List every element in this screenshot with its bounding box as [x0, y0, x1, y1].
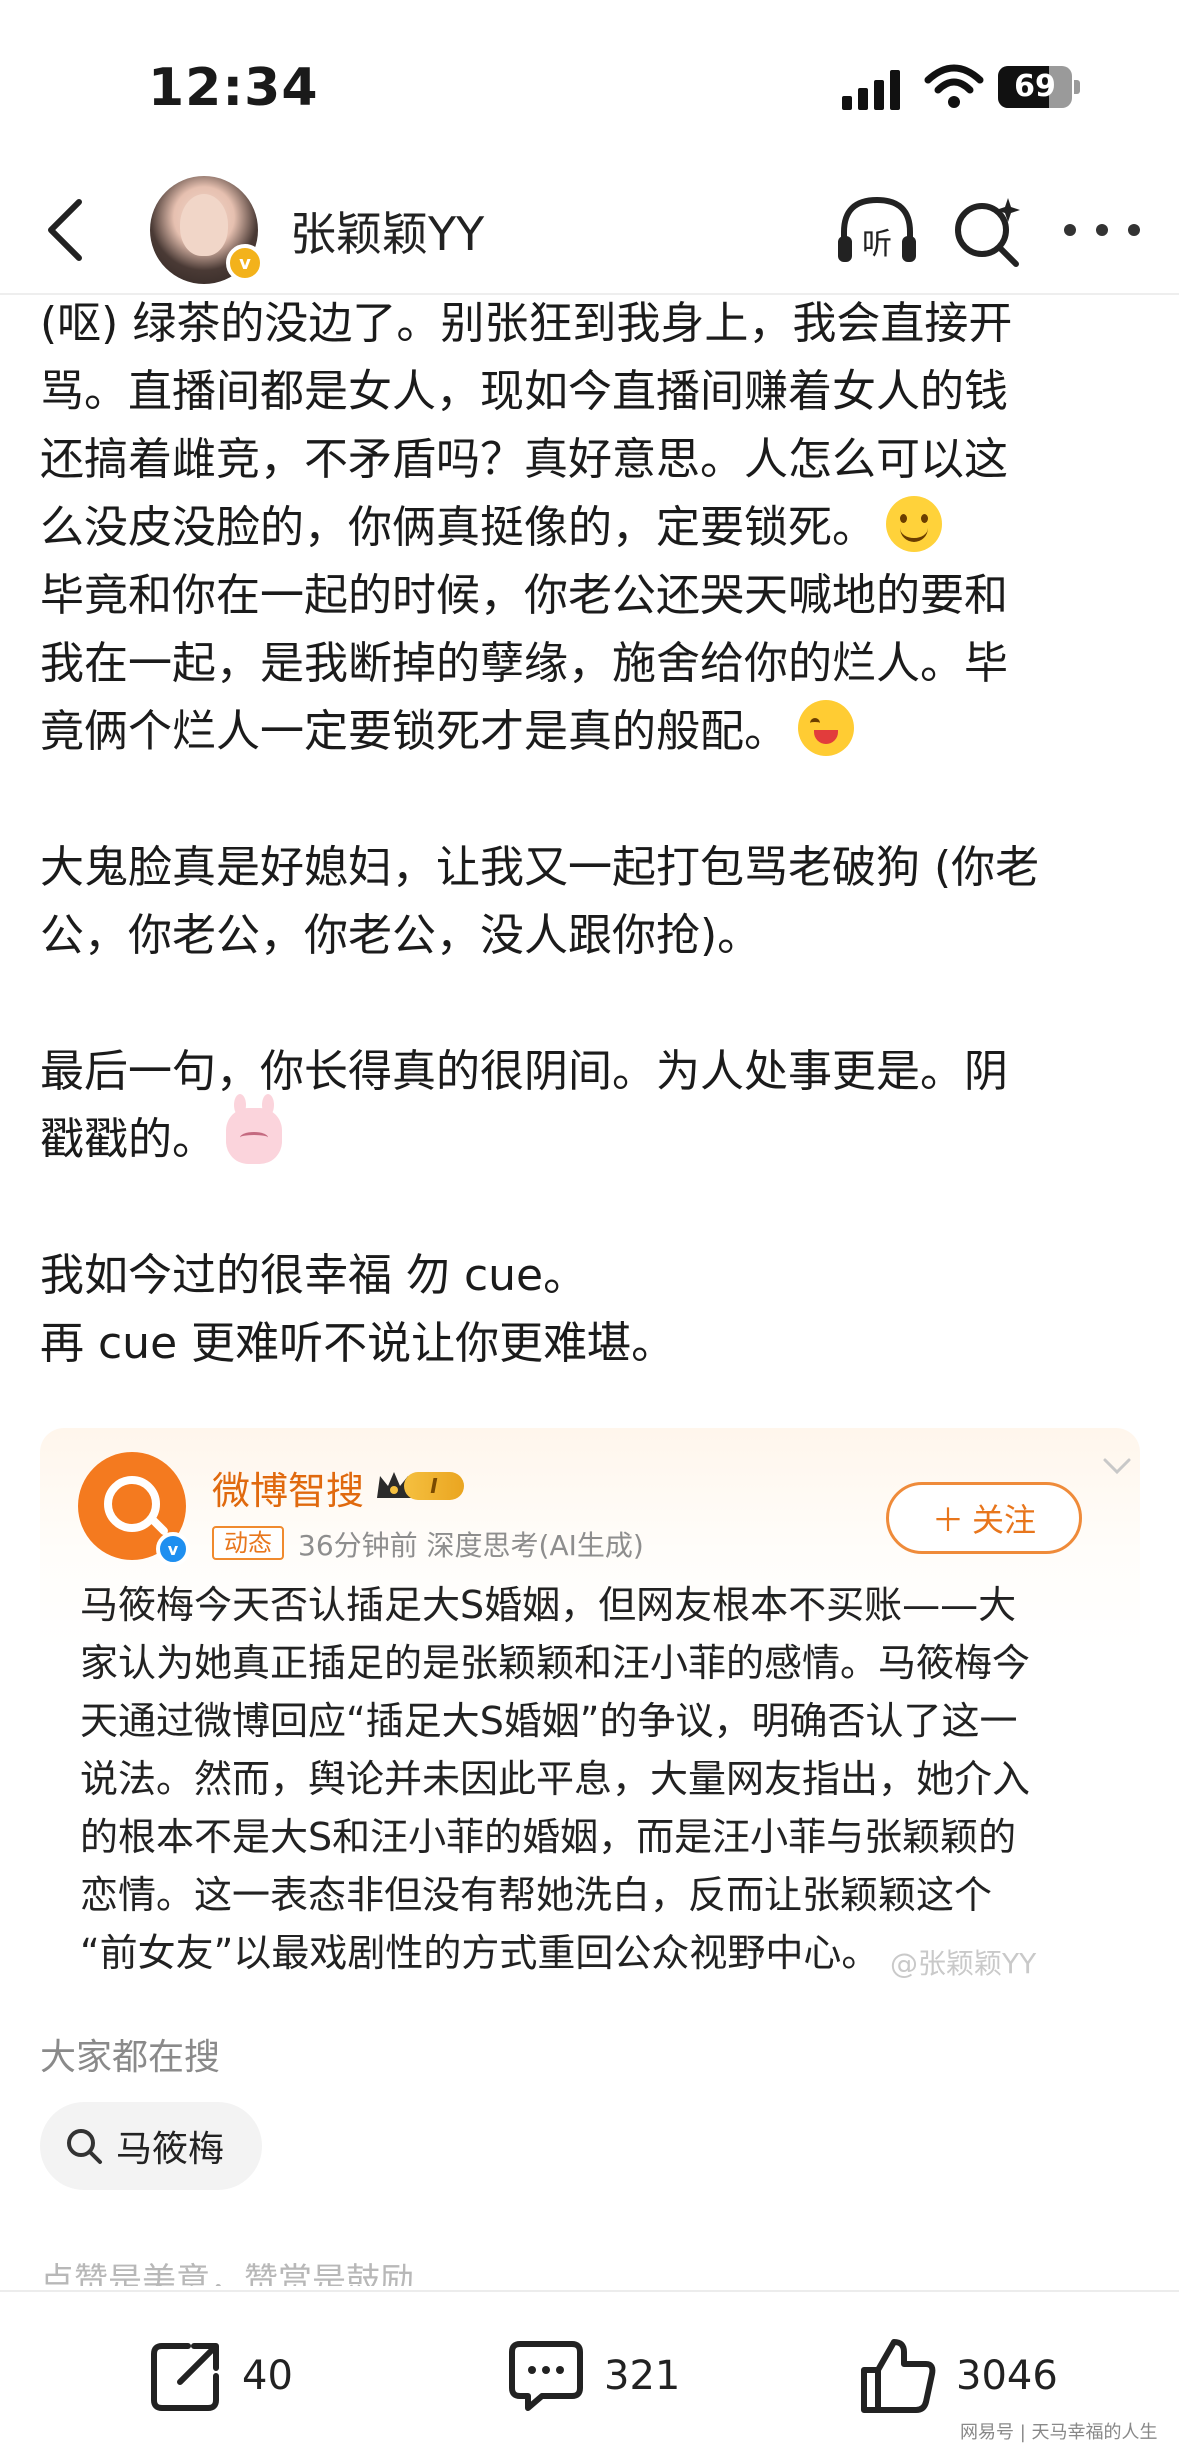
weibo-ai-search-logo-icon[interactable]: v	[78, 1452, 190, 1566]
cellular-signal-icon	[842, 66, 902, 110]
ai-account-name[interactable]: 微博智搜	[212, 1460, 364, 1515]
more-dot-icon	[1064, 224, 1076, 236]
post-line: 我如今过的很幸福 勿 cue。	[40, 1250, 588, 1301]
post-line-text: 么没皮没脸的，你俩真挺像的，定要锁死。	[40, 502, 876, 553]
share-icon	[151, 2343, 219, 2411]
post-line: 再 cue 更难听不说让你更难堪。	[40, 1318, 676, 1369]
follow-label: 关注	[972, 1501, 1037, 1539]
bunny-emoji-icon	[226, 1094, 282, 1164]
ai-search-button[interactable]	[950, 194, 1026, 270]
ai-summary-line: 家认为她真正插足的是张颖颖和汪小菲的感情。马筱梅今	[80, 1641, 1031, 1685]
ai-summary-line: 马筱梅今天否认插足大S婚姻，但网友根本不买账——大	[80, 1583, 1017, 1627]
post-line: (呕) 绿茶的没边了。别张狂到我身上，我会直接开	[40, 298, 1013, 349]
level-text: I	[404, 1472, 464, 1500]
more-dot-icon	[1096, 224, 1108, 236]
search-chip[interactable]: 马筱梅	[40, 2102, 262, 2190]
smile-emoji-icon	[886, 496, 942, 552]
post-line: 还搞着雌竞，不矛盾吗？真好意思。人怎么可以这	[40, 434, 1008, 485]
weibo-watermark: @张颖颖YY	[890, 1947, 1037, 1980]
repost-button[interactable]: 40	[148, 2336, 293, 2416]
ai-summary-text: 马筱梅今天否认插足大S婚姻，但网友根本不买账——大 家认为她真正插足的是张颖颖和…	[80, 1576, 1120, 1982]
post-line: 大鬼脸真是好媳妇，让我又一起打包骂老破狗 (你老	[40, 842, 1040, 893]
status-bar: 12:34 69	[0, 0, 1179, 170]
footer-brand-watermark: 网易号 | 天马幸福的人生	[960, 2422, 1158, 2443]
listen-label: 听	[862, 227, 892, 262]
follow-button[interactable]: ＋ 关注	[886, 1482, 1082, 1554]
post-line: 公，你老公，你老公，没人跟你抢)。	[40, 910, 762, 961]
more-button[interactable]	[1064, 200, 1140, 260]
post-line: 我在一起，是我断掉的孽缘，施舍给你的烂人。毕	[40, 638, 1008, 689]
plus-icon: ＋	[931, 1501, 964, 1539]
post-line: 戳戳的。	[40, 1094, 1150, 1174]
like-button[interactable]: 3046	[858, 2336, 1058, 2416]
repost-count: 40	[242, 2353, 293, 2399]
post-line: 最后一句，你长得真的很阴间。为人处事更是。阴	[40, 1046, 1008, 1097]
weibo-post-page: 12:34 69 v 张颖颖YY 听 (呕) 绿茶的没边了。别张狂到我身上，我会…	[0, 0, 1179, 2456]
username[interactable]: 张颖颖YY	[290, 198, 484, 264]
comment-button[interactable]: 321	[506, 2336, 680, 2416]
comment-icon	[509, 2341, 583, 2411]
post-line: 么没皮没脸的，你俩真挺像的，定要锁死。	[40, 494, 1150, 562]
post-header: v 张颖颖YY 听	[0, 170, 1179, 294]
ai-summary-line: 恋情。这一表态非但没有帮她洗白，反而让张颖颖这个	[80, 1873, 993, 1917]
search-chip-label: 马筱梅	[116, 2129, 225, 2170]
comment-count: 321	[604, 2353, 681, 2399]
hug-emoji-icon	[798, 700, 854, 756]
battery-icon: 69	[998, 66, 1080, 108]
post-body: (呕) 绿茶的没边了。别张狂到我身上，我会直接开 骂。直播间都是女人，现如今直播…	[40, 290, 1150, 1378]
post-line-text: 竟俩个烂人一定要锁死才是真的般配。	[40, 706, 788, 757]
verified-blue-icon: v	[156, 1532, 190, 1566]
back-icon	[48, 199, 82, 261]
ai-summary-line: 的根本不是大S和汪小菲的婚姻，而是汪小菲与张颖颖的	[80, 1815, 1017, 1859]
status-time: 12:34	[148, 58, 319, 118]
ai-summary-line: 天通过微博回应“插足大S婚姻”的争议，明确否认了这一	[80, 1699, 1018, 1743]
back-button[interactable]	[30, 192, 100, 268]
trending-search-title: 大家都在搜	[40, 2037, 221, 2078]
thumbs-up-icon	[861, 2339, 936, 2413]
battery-percent: 69	[1014, 69, 1056, 104]
ai-search-icon	[955, 198, 1020, 267]
post-line: 毕竟和你在一起的时候，你老公还哭天喊地的要和	[40, 570, 1008, 621]
listen-button[interactable]: 听	[834, 192, 920, 272]
verified-badge-icon: v	[226, 244, 264, 282]
dynamic-tag: 动态	[212, 1526, 284, 1560]
post-line: 骂。直播间都是女人，现如今直播间赚着女人的钱	[40, 366, 1008, 417]
ai-post-meta: 36分钟前 深度思考(AI生成)	[298, 1529, 644, 1562]
post-line-text: 戳戳的。	[40, 1114, 216, 1165]
headphones-listen-icon: 听	[838, 196, 916, 262]
member-level-badge: I	[374, 1468, 466, 1504]
chevron-down-icon[interactable]	[1102, 1456, 1132, 1476]
ai-summary-line: 说法。然而，舆论并未因此平息，大量网友指出，她介入	[80, 1757, 1031, 1801]
like-count: 3046	[956, 2353, 1058, 2399]
post-line: 竟俩个烂人一定要锁死才是真的般配。	[40, 698, 1150, 766]
ai-summary-card[interactable]: v 微博智搜 I 动态 36分钟前 深度思考(AI生成) ＋ 关注 马筱梅今天否…	[40, 1428, 1140, 1988]
more-dot-icon	[1128, 224, 1140, 236]
wifi-icon	[924, 64, 984, 108]
reward-prompt: 点赞是美意，赞赏是鼓励	[40, 2261, 414, 2286]
search-icon	[67, 2129, 102, 2164]
